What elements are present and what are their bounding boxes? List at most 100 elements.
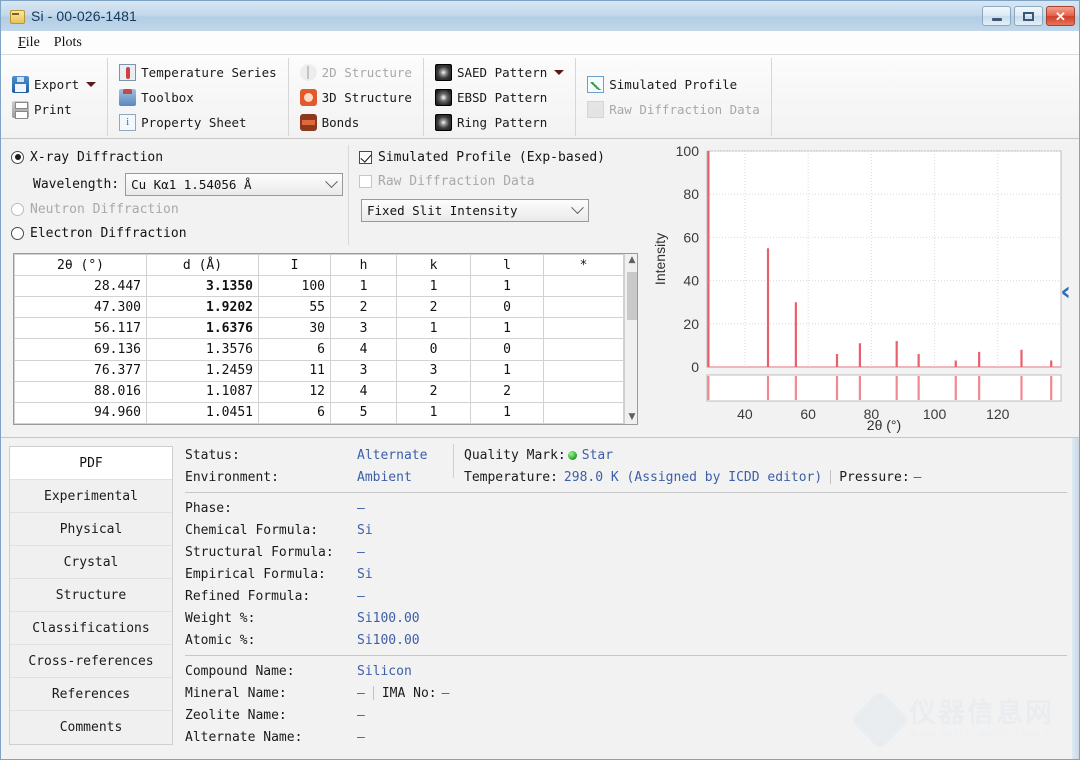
- th-l[interactable]: l: [470, 254, 544, 276]
- th-d-spacing[interactable]: d (Å): [146, 254, 259, 276]
- th-intensity[interactable]: I: [258, 254, 331, 276]
- toolbar-property-sheet-button[interactable]: Property Sheet: [116, 110, 279, 134]
- ring-pattern-icon: [434, 113, 452, 131]
- name-value: –: [357, 707, 365, 723]
- divider: [185, 492, 1067, 493]
- tab-label: Crystal: [63, 554, 119, 570]
- table-row[interactable]: 69.136 1.3576 6 4 0 0: [14, 338, 624, 361]
- formula-label: Chemical Formula:: [185, 522, 319, 538]
- upper-panel: X-ray Diffraction Wavelength: Cu Kα1 1.5…: [1, 139, 1079, 438]
- scroll-up-icon[interactable]: ▲: [629, 256, 636, 265]
- toolbar-export-button[interactable]: Export: [9, 73, 99, 97]
- tab-label: References: [51, 686, 131, 702]
- toolbar-raw-diffraction-label: Raw Diffraction Data: [609, 102, 760, 117]
- cell-d: 1.3576: [146, 338, 259, 361]
- formula-row: Empirical Formula: Si: [185, 563, 1067, 585]
- tab-cross-references[interactable]: Cross-references: [10, 645, 172, 678]
- th-two-theta[interactable]: 2θ (°): [14, 254, 147, 276]
- table-vertical-scrollbar[interactable]: ▲ ▼: [624, 254, 637, 424]
- cell-l: 0: [470, 338, 544, 361]
- toolbar-temperature-series-button[interactable]: Temperature Series: [116, 60, 279, 84]
- toolbar-3d-structure-button[interactable]: 3D Structure: [297, 85, 415, 109]
- tab-references[interactable]: References: [10, 678, 172, 711]
- menu-file[interactable]: File: [11, 35, 47, 51]
- checkbox-simulated-profile-label: Simulated Profile (Exp-based): [378, 149, 605, 165]
- svg-text:2θ (°): 2θ (°): [867, 417, 901, 433]
- quality-mark-row: Quality Mark: Star: [464, 444, 1067, 466]
- toolbar-group-profiles: Simulated Profile Raw Diffraction Data: [575, 58, 771, 136]
- tab-structure[interactable]: Structure: [10, 579, 172, 612]
- save-icon: [12, 76, 29, 93]
- chevron-down-icon: [325, 174, 338, 188]
- maximize-button[interactable]: [1014, 6, 1043, 26]
- cell-h: 4: [330, 380, 397, 403]
- maximize-icon: [1023, 11, 1034, 21]
- checkbox-simulated-profile[interactable]: Simulated Profile (Exp-based): [359, 145, 647, 169]
- cell-l: 1: [470, 317, 544, 340]
- name-label: Compound Name:: [185, 663, 295, 679]
- tab-pdf[interactable]: PDF: [10, 447, 172, 480]
- scrollbar-thumb[interactable]: [627, 272, 637, 320]
- profile-options: Simulated Profile (Exp-based) Raw Diffra…: [349, 145, 647, 245]
- status-label: Status:: [185, 447, 240, 463]
- cell-I: 6: [258, 338, 331, 361]
- tab-physical[interactable]: Physical: [10, 513, 172, 546]
- raw-diffraction-icon: [587, 101, 605, 118]
- table-row[interactable]: 88.016 1.1087 12 4 2 2: [14, 380, 624, 403]
- scroll-down-icon[interactable]: ▼: [629, 413, 636, 422]
- ima-no-value: –: [441, 685, 450, 701]
- name-value: Silicon: [357, 663, 412, 679]
- toolbar-bonds-label: Bonds: [321, 114, 360, 130]
- table-row[interactable]: 28.447 3.1350 100 1 1 1: [14, 274, 624, 298]
- tab-crystal[interactable]: Crystal: [10, 546, 172, 579]
- ebsd-pattern-icon: [434, 88, 452, 106]
- svg-text:0: 0: [691, 359, 699, 375]
- formula-label: Refined Formula:: [185, 588, 311, 604]
- toolbar-saed-pattern-button[interactable]: SAED Pattern: [432, 60, 567, 84]
- property-sheet-icon: [119, 113, 137, 131]
- cell-star: [543, 317, 624, 340]
- tab-comments[interactable]: Comments: [10, 711, 172, 744]
- minimize-button[interactable]: [982, 6, 1011, 26]
- composition-row: Atomic %: Si100.00: [185, 629, 1067, 651]
- tab-classifications[interactable]: Classifications: [10, 612, 172, 645]
- toolbar-2d-structure-label: 2D Structure: [321, 64, 412, 80]
- composition-value: Si100.00: [357, 610, 420, 626]
- cell-l: 2: [470, 380, 544, 403]
- application-window: Si - 00-026-1481 ✕ File Plots Export Pri…: [0, 0, 1080, 760]
- radio-electron-diffraction[interactable]: Electron Diffraction: [11, 221, 348, 245]
- radio-xray-diffraction[interactable]: X-ray Diffraction: [11, 145, 348, 169]
- radio-icon: [11, 202, 24, 216]
- quality-mark-label: Quality Mark:: [464, 447, 566, 463]
- table-row[interactable]: 76.377 1.2459 11 3 3 1: [14, 359, 624, 382]
- table-row[interactable]: 56.117 1.6376 30 3 1 1: [14, 317, 624, 340]
- toolbar-simulated-profile-label: Simulated Profile: [609, 77, 738, 92]
- toolbar-bonds-button[interactable]: Bonds: [297, 110, 415, 134]
- menu-plots[interactable]: Plots: [47, 35, 89, 51]
- table-row[interactable]: 94.960 1.0451 6 5 1 1: [14, 401, 624, 424]
- table-row[interactable]: 47.300 1.9202 55 2 2 0: [14, 296, 624, 319]
- th-h[interactable]: h: [330, 254, 397, 276]
- chevron-down-icon[interactable]: [86, 82, 97, 87]
- wavelength-select[interactable]: Cu Kα1 1.54056 Å: [125, 172, 344, 196]
- th-k[interactable]: k: [396, 254, 471, 276]
- toolbar-ring-pattern-button[interactable]: Ring Pattern: [432, 110, 567, 134]
- th-star[interactable]: *: [543, 254, 624, 276]
- tab-label: Comments: [59, 720, 123, 735]
- diffraction-chart[interactable]: 0 20 40 60 80 100 40 60 80 100 120 2θ (°) Intensity …: [647, 139, 1079, 437]
- toolbar-ebsd-pattern-button[interactable]: EBSD Pattern: [432, 85, 567, 109]
- tab-experimental[interactable]: Experimental: [10, 480, 172, 513]
- chevron-down-icon[interactable]: [554, 69, 565, 75]
- molecule-3d-icon: [299, 88, 317, 106]
- formula-label: Phase:: [185, 500, 232, 516]
- close-button[interactable]: ✕: [1046, 6, 1075, 26]
- cell-k: 2: [396, 296, 471, 319]
- slit-intensity-select[interactable]: Fixed Slit Intensity: [361, 199, 589, 222]
- peak-list-table: 2θ (°) d (Å) I h k l * 28.447 3.1350 100…: [14, 254, 624, 424]
- toolbar-simulated-profile-button[interactable]: Simulated Profile: [584, 73, 763, 97]
- toolbar-toolbox-button[interactable]: Toolbox: [116, 85, 279, 109]
- window-controls: ✕: [982, 6, 1075, 26]
- collapse-panel-arrow[interactable]: ‹: [1060, 279, 1071, 305]
- cell-h: 2: [330, 296, 397, 319]
- toolbar-print-button[interactable]: Print: [9, 98, 99, 122]
